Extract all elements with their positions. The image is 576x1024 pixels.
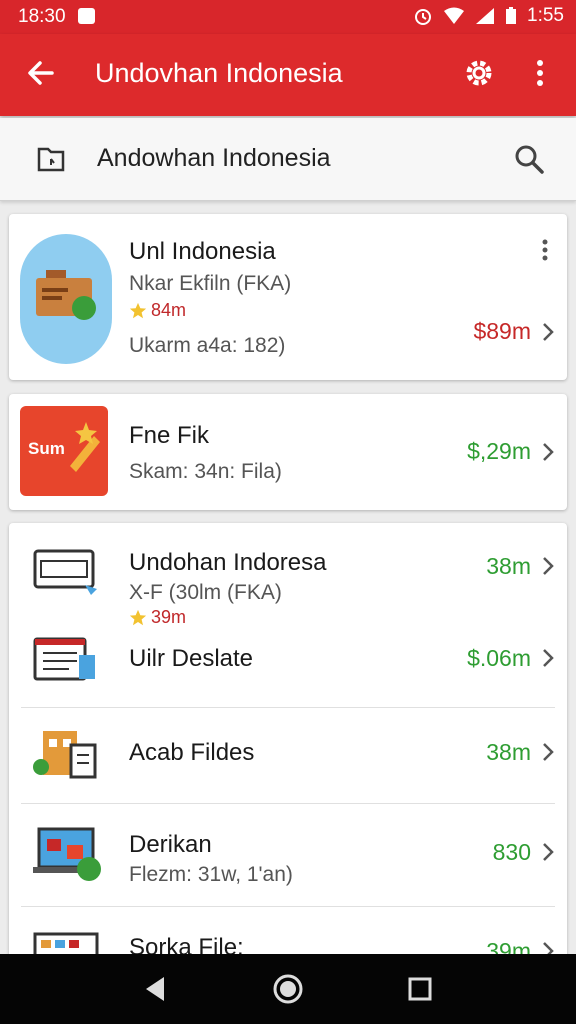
chevron-right-icon[interactable]	[541, 841, 555, 863]
item-thumbnail	[20, 234, 112, 364]
star-icon	[129, 609, 147, 625]
chevron-right-icon[interactable]	[541, 321, 555, 343]
search-bar[interactable]: Andowhan Indonesia	[0, 118, 576, 201]
monitor-icon	[33, 549, 97, 595]
item-title: Acab Fildes	[129, 739, 255, 766]
status-bar: 18:30 1:55	[0, 0, 576, 34]
chevron-right-icon[interactable]	[541, 647, 555, 669]
item-price: $.06m	[467, 645, 531, 671]
more-vert-icon[interactable]	[528, 56, 552, 90]
more-vert-icon[interactable]	[539, 238, 551, 264]
status-clock: 1:55	[527, 5, 564, 26]
system-nav-bar	[0, 954, 576, 1024]
search-icon[interactable]	[513, 143, 545, 175]
battery-icon	[506, 7, 517, 24]
wifi-icon	[444, 7, 465, 24]
document-icon	[33, 637, 95, 681]
list-item[interactable]: Derikan Flezm: 31w, 1'an) 830	[9, 805, 567, 905]
search-text: Andowhan Indonesia	[97, 144, 331, 172]
item-subtitle: Skam: 34n: Fila)	[129, 460, 282, 483]
signal-icon	[476, 8, 495, 24]
item-rating: 84m	[129, 300, 186, 321]
item-title: Derikan	[129, 831, 212, 858]
item-price: 830	[492, 839, 531, 865]
divider	[21, 707, 555, 708]
list-item[interactable]: Undohan Indoresa X-F (30lm (FKA) 38m	[9, 523, 567, 615]
card-fne-fik[interactable]: Sum Fne Fik Skam: 34n: Fila) $,29m	[9, 394, 567, 510]
briefcase-icon	[36, 270, 96, 320]
item-title: Uilr Deslate	[129, 645, 254, 672]
item-title: Fne Fik	[129, 422, 210, 449]
status-time: 18:30	[18, 6, 66, 27]
list-item[interactable]: Uilr Deslate $.06m	[9, 627, 567, 707]
sum-app-icon: Sum	[20, 406, 108, 496]
settings-icon[interactable]	[462, 56, 496, 90]
pencil-icon	[70, 422, 100, 472]
building-icon	[33, 731, 97, 779]
laptop-icon	[33, 827, 101, 881]
alarm-icon	[415, 9, 432, 25]
list-item[interactable]: Acab Fildes 38m	[9, 709, 567, 803]
rating-value: 39m	[151, 607, 187, 627]
nav-recents-icon[interactable]	[407, 976, 433, 1002]
item-price: $89m	[473, 318, 531, 344]
item-title: Unl Indonesia	[129, 238, 276, 265]
app-title: Undovhan Indonesia	[95, 58, 343, 88]
item-price: 38m	[486, 739, 531, 765]
item-meta: Ukarm a4a: 182)	[129, 334, 286, 357]
item-subtitle: Flezm: 31w, 1'an)	[129, 863, 293, 886]
folder-icon	[37, 147, 65, 172]
star-icon	[129, 302, 147, 318]
item-rating: 39m	[129, 607, 186, 628]
item-price: $,29m	[467, 438, 531, 464]
divider	[21, 803, 555, 804]
divider	[21, 906, 555, 907]
chevron-right-icon[interactable]	[541, 741, 555, 763]
card-unl-indonesia[interactable]: Unl Indonesia Nkar Ekfiln (FKA) 84m Ukar…	[9, 214, 567, 380]
app-bar: Undovhan Indonesia	[0, 34, 576, 116]
chevron-right-icon[interactable]	[541, 555, 555, 577]
chevron-right-icon[interactable]	[541, 441, 555, 463]
item-subtitle: X-F (30lm (FKA)	[129, 581, 282, 604]
notification-icon	[78, 8, 95, 24]
nav-home-icon[interactable]	[272, 973, 304, 1005]
item-title: Undohan Indoresa	[129, 549, 327, 576]
item-subtitle: Nkar Ekfiln (FKA)	[129, 272, 292, 295]
nav-back-icon[interactable]	[142, 975, 168, 1003]
sum-icon-label: Sum	[28, 439, 65, 458]
rating-value: 84m	[151, 300, 187, 320]
item-price: 38m	[486, 553, 531, 579]
back-arrow-icon[interactable]	[24, 56, 58, 90]
status-icons: 1:55	[413, 5, 564, 27]
files-list: Undohan Indoresa X-F (30lm (FKA) 38m 39m…	[9, 523, 567, 963]
